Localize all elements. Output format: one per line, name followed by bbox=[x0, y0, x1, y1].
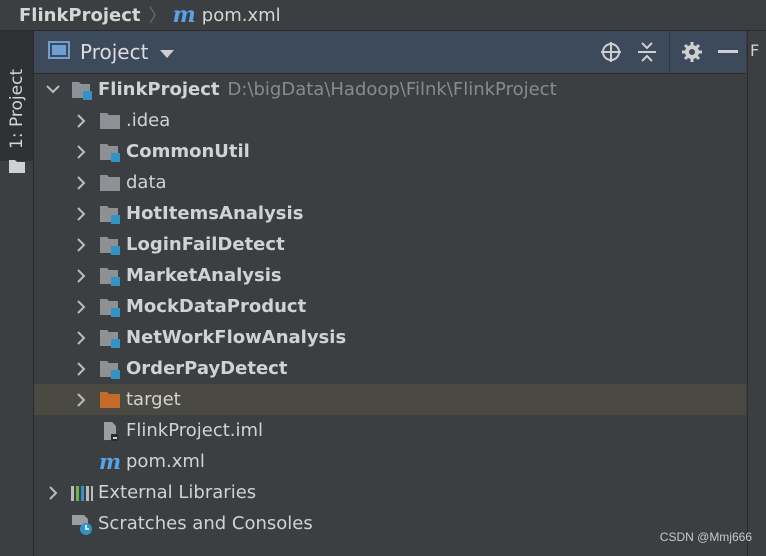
module-folder-icon bbox=[98, 265, 122, 287]
project-panel: Project FlinkProject D:\bigData\Hadoop\F… bbox=[34, 31, 746, 556]
module-folder-icon bbox=[98, 141, 122, 163]
tree-item[interactable]: FlinkProject.iml bbox=[34, 415, 746, 446]
excluded-folder-icon bbox=[98, 389, 122, 411]
project-view-icon bbox=[48, 40, 70, 64]
tree-item-label: CommonUtil bbox=[126, 141, 250, 162]
tree-item-label: target bbox=[126, 389, 181, 410]
watermark: CSDN @Mmj666 bbox=[659, 530, 752, 544]
breadcrumb-file[interactable]: pom.xml bbox=[202, 5, 281, 26]
tree-item-label: MockDataProduct bbox=[126, 296, 307, 317]
tree-root-name: FlinkProject bbox=[98, 79, 220, 100]
toolbar-divider bbox=[669, 31, 670, 73]
tree-item[interactable]: data bbox=[34, 167, 746, 198]
gear-icon[interactable] bbox=[674, 31, 710, 73]
chevron-right-icon[interactable] bbox=[74, 268, 88, 283]
tree-item-label: HotItemsAnalysis bbox=[126, 203, 304, 224]
chevron-right-icon[interactable] bbox=[74, 237, 88, 252]
tree-item-selected[interactable]: target bbox=[34, 384, 746, 415]
chevron-right-icon[interactable] bbox=[74, 206, 88, 221]
breadcrumb: FlinkProject 〉 m pom.xml bbox=[0, 0, 766, 31]
module-folder-icon bbox=[70, 79, 94, 101]
tree-item-scratches[interactable]: Scratches and Consoles bbox=[34, 508, 746, 539]
breadcrumb-project[interactable]: FlinkProject bbox=[19, 5, 141, 26]
module-folder-icon bbox=[98, 234, 122, 256]
locate-icon[interactable] bbox=[593, 31, 629, 73]
tree-item-label: LoginFailDetect bbox=[126, 234, 285, 255]
view-selector[interactable]: Project bbox=[48, 40, 175, 64]
iml-file-icon bbox=[98, 420, 122, 442]
tree-item-label: FlinkProject.iml bbox=[126, 420, 264, 441]
tree-item[interactable]: MockDataProduct bbox=[34, 291, 746, 322]
tree-item-label: pom.xml bbox=[126, 451, 205, 472]
project-tool-tab[interactable]: 1: Project bbox=[0, 31, 33, 173]
folder-icon bbox=[98, 172, 122, 194]
tree-item[interactable]: HotItemsAnalysis bbox=[34, 198, 746, 229]
tree-root[interactable]: FlinkProject D:\bigData\Hadoop\Filnk\Fli… bbox=[34, 74, 746, 105]
tree-item[interactable]: m pom.xml bbox=[34, 446, 746, 477]
right-tool-strip: F bbox=[747, 31, 766, 556]
tree-root-path: D:\bigData\Hadoop\Filnk\FlinkProject bbox=[227, 79, 557, 100]
project-tool-tab-label: 1: Project bbox=[7, 68, 27, 149]
left-tool-strip: 1: Project bbox=[0, 31, 34, 556]
maven-icon: m bbox=[172, 2, 196, 28]
tree-item[interactable]: .idea bbox=[34, 105, 746, 136]
tree-item-label: MarketAnalysis bbox=[126, 265, 282, 286]
tree-item[interactable]: NetWorkFlowAnalysis bbox=[34, 322, 746, 353]
maven-icon: m bbox=[98, 449, 122, 474]
module-folder-icon bbox=[98, 296, 122, 318]
module-folder-icon bbox=[98, 327, 122, 349]
minimize-icon[interactable] bbox=[710, 31, 746, 73]
panel-toolbar bbox=[593, 31, 746, 73]
tree-item-external-libraries[interactable]: External Libraries bbox=[34, 477, 746, 508]
chevron-right-icon[interactable] bbox=[74, 392, 88, 407]
chevron-right-icon[interactable] bbox=[46, 485, 60, 500]
collapse-all-icon[interactable] bbox=[629, 31, 665, 73]
chevron-right-icon[interactable] bbox=[74, 361, 88, 376]
chevron-down-icon[interactable] bbox=[46, 83, 60, 97]
tree-item[interactable]: LoginFailDetect bbox=[34, 229, 746, 260]
folder-icon bbox=[98, 110, 122, 132]
tree-item-label: Scratches and Consoles bbox=[98, 513, 313, 534]
tree-item[interactable]: CommonUtil bbox=[34, 136, 746, 167]
chevron-down-icon bbox=[160, 40, 175, 64]
tree-item-label: data bbox=[126, 172, 167, 193]
chevron-right-icon[interactable] bbox=[74, 113, 88, 128]
right-strip-peek-label[interactable]: F bbox=[750, 41, 759, 60]
breadcrumb-separator: 〉 bbox=[148, 6, 167, 27]
tree-item[interactable]: MarketAnalysis bbox=[34, 260, 746, 291]
project-tree: FlinkProject D:\bigData\Hadoop\Filnk\Fli… bbox=[34, 74, 746, 539]
tree-item-label: .idea bbox=[126, 110, 171, 131]
chevron-right-icon[interactable] bbox=[74, 175, 88, 190]
tree-item-label: External Libraries bbox=[98, 482, 257, 503]
panel-header: Project bbox=[34, 31, 746, 74]
tree-item-label: OrderPayDetect bbox=[126, 358, 288, 379]
libraries-icon bbox=[70, 482, 94, 504]
chevron-right-icon[interactable] bbox=[74, 144, 88, 159]
module-folder-icon bbox=[98, 358, 122, 380]
tree-item[interactable]: OrderPayDetect bbox=[34, 353, 746, 384]
folder-icon bbox=[9, 158, 25, 177]
chevron-right-icon[interactable] bbox=[74, 299, 88, 314]
view-selector-label: Project bbox=[80, 40, 149, 64]
scratches-icon bbox=[70, 513, 94, 535]
module-folder-icon bbox=[98, 203, 122, 225]
chevron-right-icon[interactable] bbox=[74, 330, 88, 345]
tree-item-label: NetWorkFlowAnalysis bbox=[126, 327, 347, 348]
